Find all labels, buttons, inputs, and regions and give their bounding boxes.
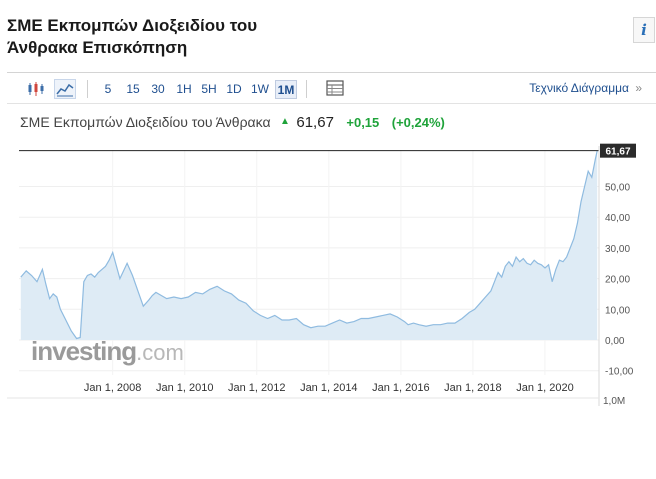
price-change-percent: (+0,24%) [391,115,445,130]
interval-1h[interactable]: 1H [173,80,195,99]
y-tick-label: 30,00 [605,244,630,255]
x-tick-label: Jan 1, 2012 [228,382,286,394]
interval-5min[interactable]: 5 [100,80,116,99]
y-tick-label: 10,00 [605,305,630,316]
price-change: +0,15 [346,115,380,130]
line-chart-icon[interactable] [54,79,76,99]
x-tick-label: Jan 1, 2008 [84,382,142,394]
y-tick-label: 50,00 [605,183,630,194]
double-chevron-right-icon: » [635,81,642,95]
interval-30min[interactable]: 30 [148,80,168,99]
y-tick-label: 0,00 [605,336,625,347]
quote-summary: ΣΜΕ Εκπομπών Διοξειδίου του Άνθρακα ▲ 61… [20,114,445,134]
interval-1m[interactable]: 1M [275,80,297,99]
volume-axis-label: 1,0M [603,396,625,406]
instrument-name: ΣΜΕ Εκπομπών Διοξειδίου του Άνθρακα [20,114,271,130]
price-area-fill [20,150,598,340]
page-title: ΣΜΕ Εκπομπών Διοξειδίου του Άνθρακα Επισ… [7,16,258,57]
interval-1w[interactable]: 1W [248,80,272,99]
interval-15min[interactable]: 15 [123,80,143,99]
x-tick-label: Jan 1, 2016 [372,382,430,394]
technical-chart-link[interactable]: Τεχνικό Διάγραμμα » [529,81,642,95]
chart-toolbar: 5 15 30 1H 5H 1D 1W 1M Τεχνικό Διάγραμμα… [7,72,656,104]
logo-word: investing [31,336,137,366]
investing-logo: investing.com [31,336,184,367]
toolbar-separator [306,80,307,98]
current-price-tag-label: 61,67 [605,147,630,158]
up-arrow-icon: ▲ [280,116,290,127]
x-tick-label: Jan 1, 2018 [444,382,502,394]
x-tick-label: Jan 1, 2010 [156,382,214,394]
y-tick-label: 20,00 [605,275,630,286]
candlestick-icon[interactable] [25,79,47,99]
info-button[interactable]: i [633,17,655,43]
y-tick-label: -10,00 [605,367,634,378]
last-price: 61,67 [296,114,334,131]
technical-chart-label: Τεχνικό Διάγραμμα [529,81,629,95]
y-tick-label: 40,00 [605,213,630,224]
x-tick-label: Jan 1, 2020 [516,382,574,394]
table-icon[interactable] [325,79,347,99]
interval-5h[interactable]: 5H [198,80,220,99]
toolbar-separator [87,80,88,98]
logo-domain: .com [136,340,184,365]
x-tick-label: Jan 1, 2014 [300,382,358,394]
interval-1d[interactable]: 1D [223,80,245,99]
